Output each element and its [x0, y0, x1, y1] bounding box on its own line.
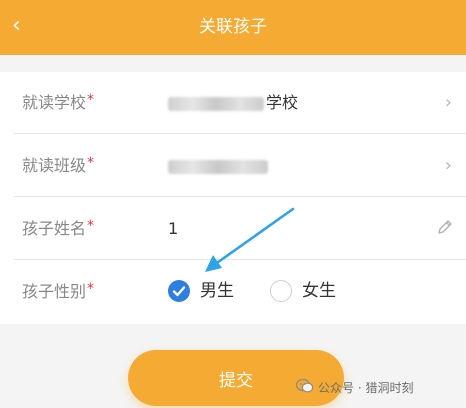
page-title: 关联孩子 [199, 17, 267, 37]
checkmark-icon [172, 286, 186, 297]
required-mark: * [87, 218, 95, 234]
child-link-form: 就读学校* 学校 › 就读班级* › 孩子姓名* 1 孩子性别* 男生 女生 [0, 72, 466, 324]
watermark-text: 公众号 · 猎洞时刻 [318, 381, 414, 395]
child-name-label: 孩子姓名* [22, 218, 95, 238]
class-value [168, 155, 270, 177]
pencil-icon[interactable] [436, 218, 454, 236]
redacted-text [168, 96, 264, 111]
gender-female-radio[interactable]: 女生 [270, 279, 350, 305]
chevron-right-icon: › [444, 155, 452, 176]
school-label: 就读学校* [22, 92, 95, 112]
app-header: ‹ 关联孩子 [0, 0, 466, 55]
gender-female-label: 女生 [302, 281, 336, 301]
required-mark: * [87, 155, 95, 171]
required-mark: * [87, 92, 95, 108]
gender-male-label: 男生 [200, 281, 234, 301]
wechat-icon [296, 378, 314, 393]
radio-checked-icon [168, 280, 190, 302]
class-label: 就读班级* [22, 155, 95, 175]
class-row[interactable]: 就读班级* › [0, 135, 466, 197]
school-row[interactable]: 就读学校* 学校 › [0, 72, 466, 134]
gender-male-radio[interactable]: 男生 [168, 279, 248, 305]
radio-unchecked-icon [270, 280, 292, 302]
chevron-right-icon: › [444, 92, 452, 113]
required-mark: * [87, 281, 95, 297]
school-value: 学校 [168, 92, 298, 114]
gender-label: 孩子性别* [22, 281, 95, 301]
child-name-input[interactable]: 1 [168, 218, 178, 240]
redacted-text [168, 159, 268, 174]
child-name-row: 孩子姓名* 1 [0, 198, 466, 260]
gender-row: 孩子性别* 男生 女生 [0, 261, 466, 323]
